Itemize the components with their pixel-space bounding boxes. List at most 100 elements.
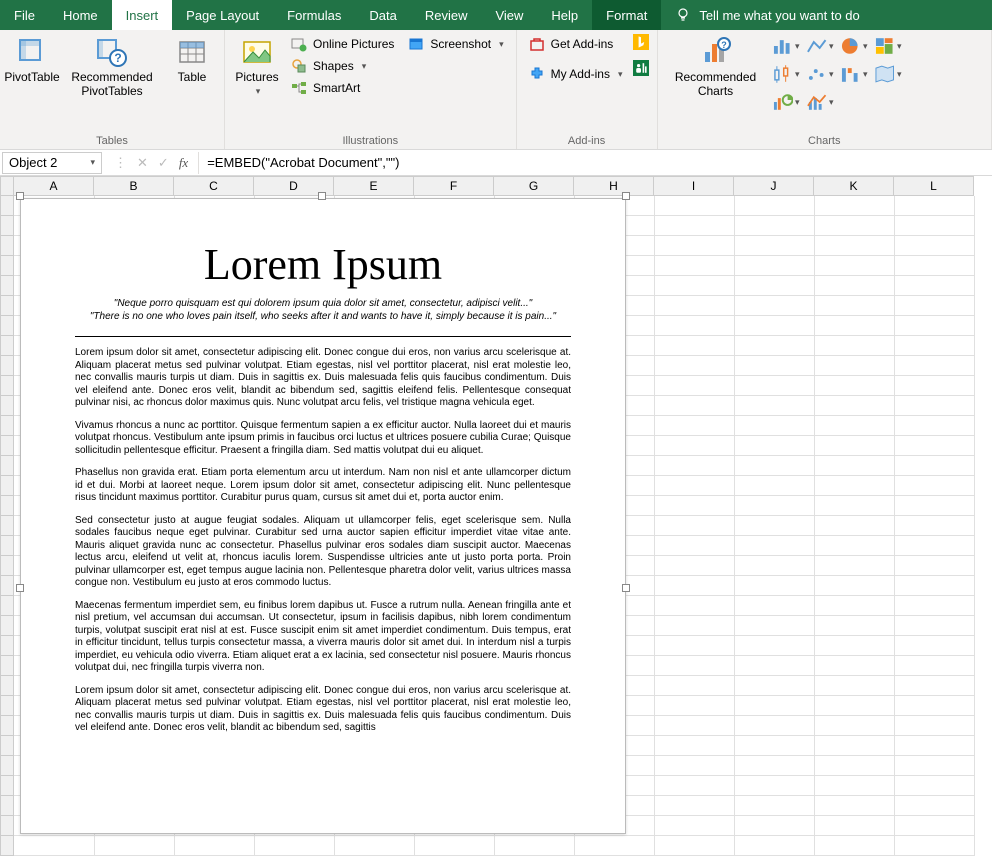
row-header[interactable] [0, 516, 14, 536]
row-header[interactable] [0, 816, 14, 836]
tab-format[interactable]: Format [592, 0, 661, 30]
tab-insert[interactable]: Insert [112, 0, 173, 30]
row-header[interactable] [0, 276, 14, 296]
row-header[interactable] [0, 216, 14, 236]
row-header[interactable] [0, 336, 14, 356]
get-addins-button[interactable]: Get Add-ins [525, 34, 627, 54]
row-header[interactable] [0, 416, 14, 436]
row-header[interactable] [0, 796, 14, 816]
enter-icon[interactable]: ✓ [158, 155, 169, 171]
namebox-expand-icon[interactable]: ⋮ [114, 155, 127, 171]
bing-maps-button[interactable] [633, 34, 649, 50]
map-chart-button[interactable]: ▾ [874, 62, 902, 86]
select-all-cell[interactable] [0, 176, 14, 196]
tab-review[interactable]: Review [411, 0, 482, 30]
row-header[interactable] [0, 576, 14, 596]
tab-page-layout[interactable]: Page Layout [172, 0, 273, 30]
selection-handle[interactable] [16, 584, 24, 592]
recommended-charts-button[interactable]: ? Recommended Charts [666, 34, 766, 100]
column-chart-button[interactable]: ▾ [772, 34, 800, 58]
smartart-button[interactable]: SmartArt [287, 78, 398, 98]
row-header[interactable] [0, 396, 14, 416]
shapes-button[interactable]: Shapes▾ [287, 56, 398, 76]
combo-chart-button[interactable]: ▾ [806, 90, 834, 114]
col-header[interactable]: K [814, 176, 894, 196]
row-header[interactable] [0, 496, 14, 516]
fx-icon[interactable]: fx [179, 155, 188, 171]
selection-handle[interactable] [318, 192, 326, 200]
row-header[interactable] [0, 636, 14, 656]
row-header[interactable] [0, 256, 14, 276]
row-header[interactable] [0, 776, 14, 796]
name-box[interactable]: Object 2▾ [2, 152, 102, 174]
row-header[interactable] [0, 296, 14, 316]
pivotchart-button[interactable]: ▾ [772, 90, 800, 114]
lightbulb-icon [675, 7, 691, 23]
online-pictures-button[interactable]: Online Pictures [287, 34, 398, 54]
row-header[interactable] [0, 756, 14, 776]
pictures-button[interactable]: Pictures▾ [233, 34, 281, 99]
my-addins-button[interactable]: My Add-ins▾ [525, 64, 627, 84]
row-header[interactable] [0, 616, 14, 636]
cancel-icon[interactable]: ✕ [137, 155, 148, 171]
row-header[interactable] [0, 476, 14, 496]
col-header[interactable]: B [94, 176, 174, 196]
col-header[interactable]: I [654, 176, 734, 196]
col-header[interactable]: J [734, 176, 814, 196]
statistic-chart-button[interactable]: ▾ [772, 62, 800, 86]
row-header[interactable] [0, 656, 14, 676]
col-header[interactable]: H [574, 176, 654, 196]
row-header[interactable] [0, 236, 14, 256]
row-header[interactable] [0, 836, 14, 856]
line-chart-button[interactable]: ▾ [806, 34, 834, 58]
row-header[interactable] [0, 676, 14, 696]
tab-formulas[interactable]: Formulas [273, 0, 355, 30]
row-header[interactable] [0, 316, 14, 336]
selection-handle[interactable] [622, 192, 630, 200]
pivottable-button[interactable]: PivotTable [8, 34, 56, 86]
tab-home[interactable]: Home [49, 0, 112, 30]
online-pictures-icon [291, 36, 307, 52]
col-header[interactable]: L [894, 176, 974, 196]
row-header[interactable] [0, 356, 14, 376]
tab-view[interactable]: View [481, 0, 537, 30]
row-header[interactable] [0, 696, 14, 716]
col-header[interactable]: F [414, 176, 494, 196]
table-button[interactable]: Table [168, 34, 216, 86]
tab-data[interactable]: Data [355, 0, 410, 30]
col-header[interactable]: E [334, 176, 414, 196]
row-header[interactable] [0, 716, 14, 736]
row-header[interactable] [0, 536, 14, 556]
hierarchy-chart-button[interactable]: ▾ [874, 34, 902, 58]
tab-file[interactable]: File [0, 0, 49, 30]
col-header[interactable]: G [494, 176, 574, 196]
selection-handle[interactable] [16, 192, 24, 200]
tab-help[interactable]: Help [537, 0, 592, 30]
formula-input[interactable]: =EMBED("Acrobat Document","") [198, 152, 992, 174]
embedded-object[interactable]: Lorem Ipsum "Neque porro quisquam est qu… [20, 198, 626, 834]
scatter-chart-button[interactable]: ▾ [806, 62, 834, 86]
row-header[interactable] [0, 556, 14, 576]
row-header[interactable] [0, 436, 14, 456]
tell-me[interactable]: Tell me what you want to do [661, 0, 873, 30]
people-graph-button[interactable] [633, 60, 649, 76]
addins-icon [529, 66, 545, 82]
recommended-pivottables-button[interactable]: ? Recommended PivotTables [62, 34, 162, 100]
row-header[interactable] [0, 456, 14, 476]
row-header[interactable] [0, 596, 14, 616]
waterfall-chart-button[interactable]: ▾ [840, 62, 868, 86]
doc-paragraph: Maecenas fermentum imperdiet sem, eu fin… [75, 600, 571, 675]
row-header[interactable] [0, 196, 14, 216]
screenshot-button[interactable]: Screenshot▾ [404, 34, 507, 54]
svg-text:?: ? [114, 51, 121, 65]
row-header[interactable] [0, 736, 14, 756]
doc-paragraph: Vivamus rhoncus a nunc ac porttitor. Qui… [75, 420, 571, 458]
col-header[interactable]: C [174, 176, 254, 196]
waterfall-chart-icon [840, 64, 861, 84]
doc-quote-2: "There is no one who loves pain itself, … [75, 311, 571, 322]
row-header[interactable] [0, 376, 14, 396]
selection-handle[interactable] [622, 584, 630, 592]
col-header[interactable]: A [14, 176, 94, 196]
table-icon [176, 36, 208, 68]
pie-chart-button[interactable]: ▾ [840, 34, 868, 58]
